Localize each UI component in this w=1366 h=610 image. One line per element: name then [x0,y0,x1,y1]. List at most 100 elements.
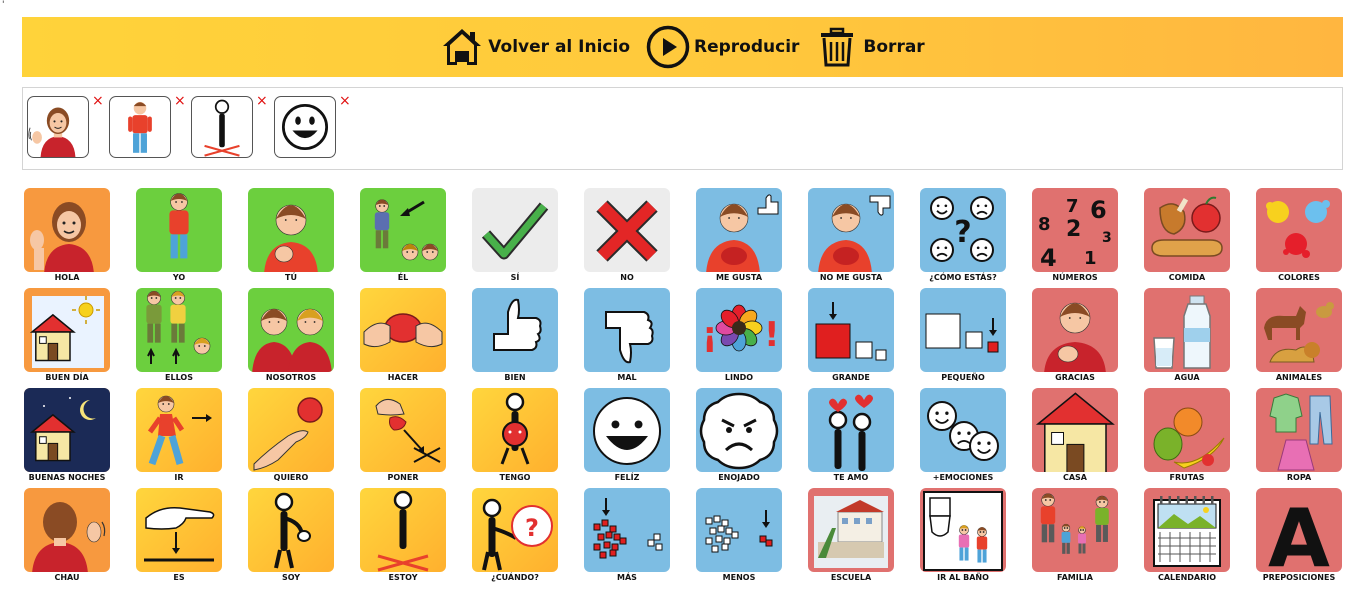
pictogram-card-when-clock[interactable]: ? ¿CUÁNDO? [472,488,558,582]
svg-text:!: ! [764,315,780,355]
pictogram-card-food[interactable]: COMIDA [1144,188,1230,282]
pictogram-card-fruits[interactable]: FRUTAS [1144,388,1230,482]
pictogram-card-happy-face[interactable]: FELÍZ [584,388,670,482]
pictogram-card-bye[interactable]: CHAU [24,488,110,582]
pictogram-card-cross[interactable]: NO [584,188,670,282]
bathroom-icon [920,488,1006,572]
fruits-icon [1144,388,1230,472]
pictogram-card-numbers[interactable]: 8 7 2 6 3 4 1 NÚMEROS [1032,188,1118,282]
pictogram-card-thanks[interactable]: GRACIAS [1032,288,1118,382]
pictogram-card-school[interactable]: ESCUELA [808,488,894,582]
pictogram-label: FRUTAS [1169,473,1205,482]
pictogram-label: ME GUSTA [715,273,763,282]
pictogram-label: CHAU [54,573,80,582]
pictogram-card-want[interactable]: QUIERO [248,388,334,482]
pictogram-card-family[interactable]: FAMILIA [1032,488,1118,582]
pictogram-card-thumb-down-boy[interactable]: NO ME GUSTA [808,188,894,282]
i-am-icon [248,488,334,572]
pictogram-label: ¿CUÁNDO? [491,573,539,582]
pictogram-card-i-am[interactable]: SOY [248,488,334,582]
play-label: Reproducir [694,37,800,57]
hands-make-icon [360,288,446,372]
pictogram-card-big-square[interactable]: GRANDE [808,288,894,382]
boy-pointing-icon [248,188,334,272]
happy-face-icon [281,103,329,151]
pictogram-card-thumb-up-boy[interactable]: ME GUSTA [696,188,782,282]
svg-text:3: 3 [1102,230,1112,246]
pictogram-card-flower[interactable]: ¡! LINDO [696,288,782,382]
pictogram-card-more-emotions[interactable]: +EMOCIONES [920,388,1006,482]
pictogram-card-person-wave[interactable]: HOLA [24,188,110,282]
paint-splashes-icon [1256,188,1342,272]
pictogram-label: FELÍZ [614,473,640,482]
pictogram-label: ANIMALES [1275,373,1323,382]
pictogram-card-walking[interactable]: IR [136,388,222,482]
pictogram-label: CASA [1062,473,1087,482]
pictogram-card-less[interactable]: MENOS [696,488,782,582]
clear-button[interactable]: Borrar [815,25,925,69]
pictogram-label: HACER [387,373,419,382]
pictogram-card-house[interactable]: CASA [1032,388,1118,482]
pictogram-card-have[interactable]: TENGO [472,388,558,482]
svg-text:2: 2 [1066,217,1081,242]
pictogram-label: IR [174,473,184,482]
more-icon [584,488,670,572]
pictogram-card-water[interactable]: AGUA [1144,288,1230,382]
thumb-up-boy-icon [696,188,782,272]
sentence-item-yo[interactable] [109,96,171,158]
pictogram-card-we[interactable]: NOSOTROS [248,288,334,382]
boy-standing-icon [136,188,222,272]
pictogram-card-animals[interactable]: ANIMALES [1256,288,1342,382]
sentence-item-feliz[interactable] [274,96,336,158]
pictogram-label: TÚ [285,273,297,282]
home-button[interactable]: Volver al Inicio [440,25,630,69]
remove-item-button[interactable]: × [339,94,351,108]
thumb-down-icon [584,288,670,372]
pictogram-card-thumb-up[interactable]: BIEN [472,288,558,382]
pictogram-label: AGUA [1174,373,1200,382]
clear-label: Borrar [863,37,925,57]
pictogram-card-calendar[interactable]: CALENDARIO [1144,488,1230,582]
pictogram-card-is[interactable]: ES [136,488,222,582]
pictogram-label: BUEN DÍA [45,373,89,382]
pictogram-card-letter-a[interactable]: A PREPOSICIONES [1256,488,1342,582]
remove-item-button[interactable]: × [256,94,268,108]
pictogram-card-angry-face[interactable]: ENOJADO [696,388,782,482]
pictogram-card-hands-make[interactable]: HACER [360,288,446,382]
svg-text:6: 6 [1090,196,1107,224]
pictogram-label: ESTOY [388,573,418,582]
pictogram-card-stick-standing[interactable]: ESTOY [360,488,446,582]
pictogram-card-house-sun[interactable]: BUEN DÍA [24,288,110,382]
play-button[interactable]: Reproducir [646,25,799,69]
pictogram-card-more[interactable]: MÁS [584,488,670,582]
flower-icon: ¡! [696,288,782,372]
sentence-item-estoy[interactable] [191,96,253,158]
pictogram-card-put[interactable]: PONER [360,388,446,482]
pictogram-card-him-arrow[interactable]: ÉL [360,188,446,282]
remove-item-button[interactable]: × [174,94,186,108]
pictogram-card-love[interactable]: TE AMO [808,388,894,482]
pictogram-card-small-square[interactable]: PEQUEÑO [920,288,1006,382]
pictogram-card-bathroom[interactable]: IR AL BAÑO [920,488,1006,582]
pictogram-label: NOSOTROS [265,373,317,382]
sentence-item-hola[interactable] [27,96,89,158]
person-wave-icon [24,188,110,272]
pictogram-card-boy-pointing[interactable]: TÚ [248,188,334,282]
toolbar: Volver al Inicio Reproducir Borrar [22,17,1343,77]
pictogram-card-they[interactable]: ELLOS [136,288,222,382]
we-icon [248,288,334,372]
pictogram-label: PONER [387,473,419,482]
pictogram-card-faces-question[interactable]: ? ¿CÓMO ESTÁS? [920,188,1006,282]
pictogram-card-check[interactable]: SÍ [472,188,558,282]
pictogram-label: QUIERO [273,473,309,482]
svg-text:1: 1 [1084,248,1097,269]
pictogram-card-thumb-down[interactable]: MAL [584,288,670,382]
angry-face-icon [696,388,782,472]
pictogram-card-clothes[interactable]: ROPA [1256,388,1342,482]
pictogram-label: HOLA [54,273,80,282]
pictogram-card-paint-splashes[interactable]: COLORES [1256,188,1342,282]
pictogram-label: NO ME GUSTA [819,273,883,282]
pictogram-card-boy-standing[interactable]: YO [136,188,222,282]
pictogram-card-house-moon[interactable]: BUENAS NOCHES [24,388,110,482]
remove-item-button[interactable]: × [92,94,104,108]
